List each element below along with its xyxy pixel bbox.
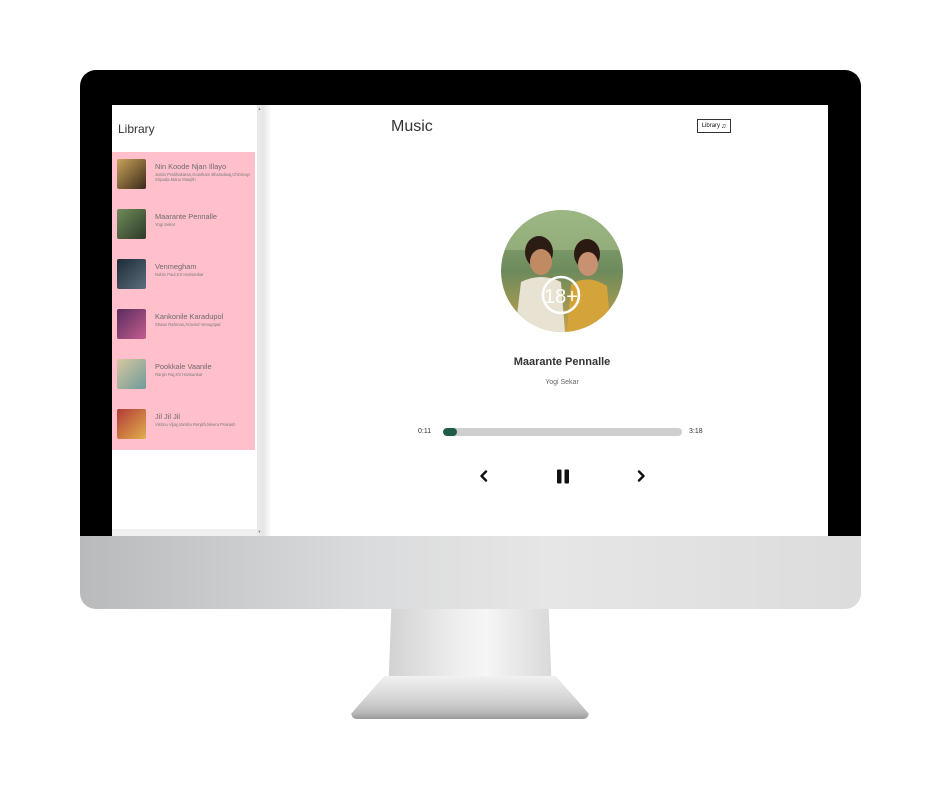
- album-cover: [117, 309, 146, 339]
- chevron-left-icon: [480, 470, 488, 482]
- library-toggle-button[interactable]: Library ♫: [697, 119, 731, 133]
- song-text: Kankonile Karadupol Shaan Rahman,Aravind…: [155, 312, 251, 327]
- album-cover: [117, 359, 146, 389]
- song-artist: Justin Prabhakaran,Gowtham Bharadwaj,Chi…: [155, 172, 250, 183]
- monitor-chin: [80, 536, 861, 609]
- previous-button[interactable]: [472, 466, 496, 486]
- song-title: Nin Koode Njan Illayo: [155, 162, 227, 171]
- song-title: Venmegham: [155, 262, 197, 271]
- total-time: 3:18: [689, 428, 703, 435]
- album-cover: [117, 259, 146, 289]
- song-title: Maarante Pennalle: [155, 212, 218, 221]
- monitor-stand-base: [351, 676, 589, 719]
- song-list: Nin Koode Njan Illayo Justin Prabhakaran…: [112, 152, 255, 450]
- song-item[interactable]: Maarante Pennalle Yogi Sekar: [112, 202, 255, 252]
- song-text: Pookkale Vaanile Ranjin Raj,KS Harisanka…: [155, 362, 251, 377]
- library-button-label: Library: [701, 123, 721, 129]
- album-cover: [117, 409, 146, 439]
- chevron-right-icon: [637, 470, 645, 482]
- page-title: Music: [391, 118, 433, 135]
- album-cover: [117, 209, 146, 239]
- song-item[interactable]: Jil Jil Jil Vishnu Vijay,Varsha Renjith,…: [112, 402, 255, 452]
- song-text: Nin Koode Njan Illayo Justin Prabhakaran…: [155, 162, 251, 182]
- song-artist: Yogi Sekar: [155, 222, 176, 227]
- album-art: 18+: [501, 210, 623, 332]
- horizontal-scrollbar[interactable]: [112, 529, 257, 536]
- song-text: Maarante Pennalle Yogi Sekar: [155, 212, 251, 227]
- album-art-image: 18+: [501, 210, 623, 332]
- library-title: Library: [118, 122, 155, 136]
- song-item[interactable]: Pookkale Vaanile Ranjin Raj,KS Harisanka…: [112, 352, 255, 402]
- track-artist: Yogi Sekar: [545, 379, 579, 386]
- sidebar-divider: [262, 105, 272, 536]
- song-artist: Shaan Rahman,Aravind Venugopal: [155, 322, 221, 327]
- music-note-icon: ♫: [721, 122, 727, 130]
- svg-text:18+: 18+: [544, 286, 578, 308]
- next-button[interactable]: [629, 466, 653, 486]
- song-artist: Ranjin Raj,KS Harisankar: [155, 372, 203, 377]
- song-artist: Nobin Paul,KS Harisankar: [155, 272, 204, 277]
- pause-button[interactable]: [551, 466, 575, 486]
- album-cover: [117, 159, 146, 189]
- app-screen: Library Nin Koode Njan Illayo Justin Pra…: [112, 105, 828, 536]
- song-item[interactable]: Venmegham Nobin Paul,KS Harisankar: [112, 252, 255, 302]
- song-title: Jil Jil Jil: [155, 412, 181, 421]
- song-artist: Vishnu Vijay,Varsha Renjith,Meera Prakas…: [155, 422, 236, 427]
- track-title: Maarante Pennalle: [513, 356, 611, 368]
- song-title: Pookkale Vaanile: [155, 362, 212, 371]
- song-text: Jil Jil Jil Vishnu Vijay,Varsha Renjith,…: [155, 412, 251, 427]
- library-sidebar: Library Nin Koode Njan Illayo Justin Pra…: [112, 105, 257, 536]
- song-title: Kankonile Karadupol: [155, 312, 224, 321]
- current-time: 0:11: [418, 428, 432, 435]
- song-item[interactable]: Nin Koode Njan Illayo Justin Prabhakaran…: [112, 152, 255, 202]
- song-item[interactable]: Kankonile Karadupol Shaan Rahman,Aravind…: [112, 302, 255, 352]
- pause-icon: [557, 469, 569, 483]
- progress-bar[interactable]: [443, 428, 682, 436]
- song-text: Venmegham Nobin Paul,KS Harisankar: [155, 262, 251, 277]
- progress-fill: [443, 428, 457, 436]
